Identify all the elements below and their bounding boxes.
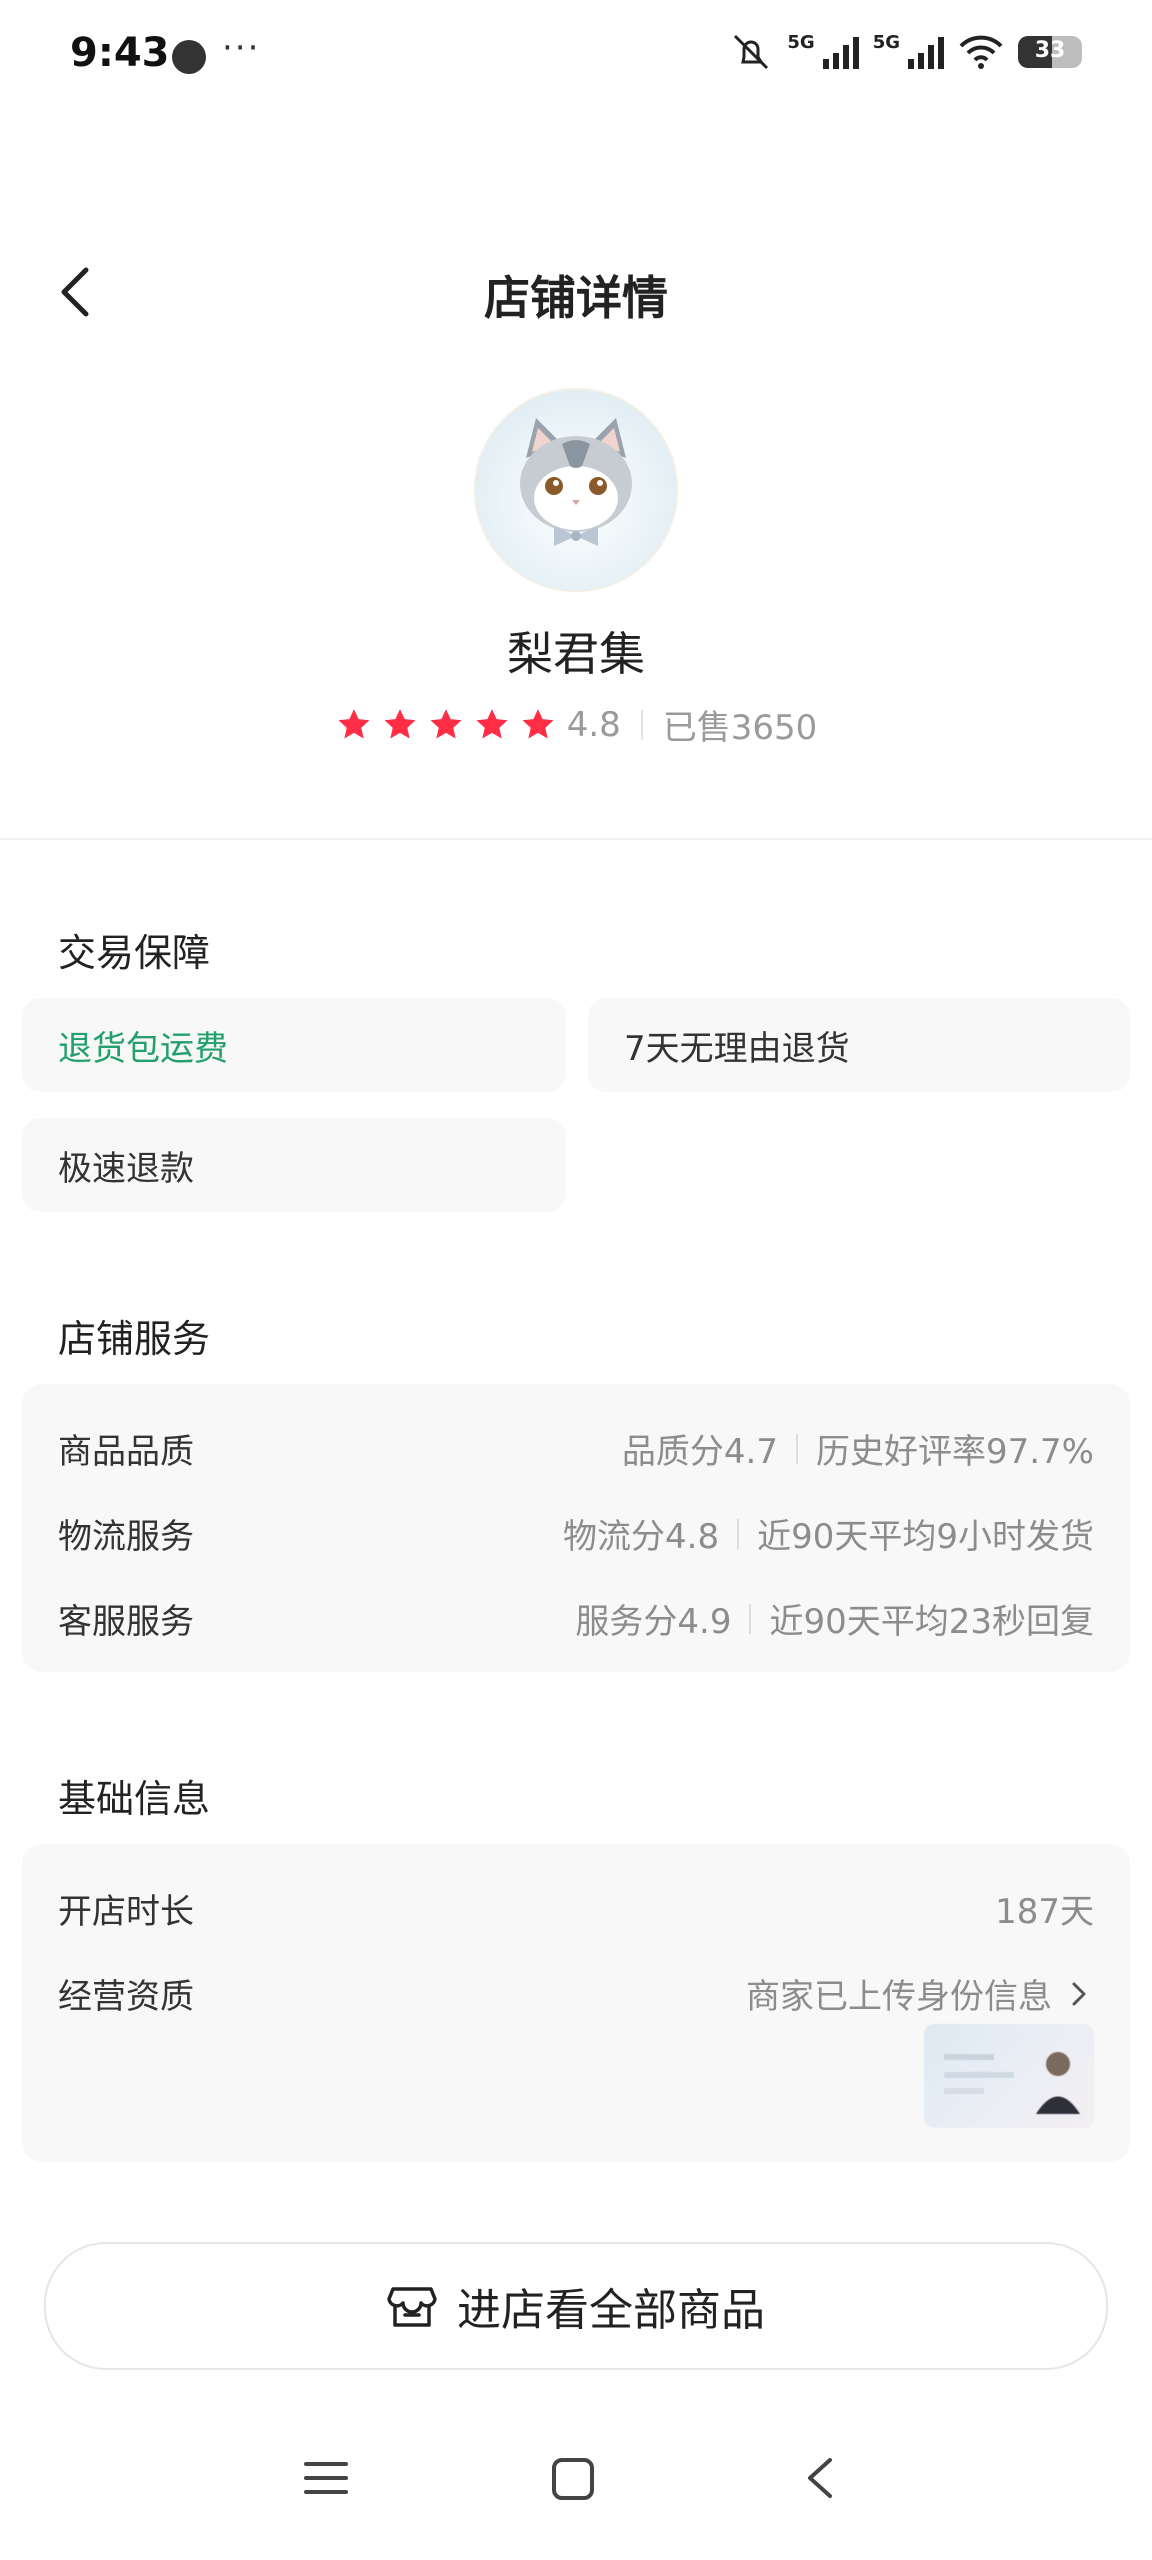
service-score: 物流分4.8: [563, 1517, 720, 1557]
signal-icon-2: [908, 35, 944, 69]
system-navigation-bar: [0, 2440, 1152, 2520]
business-license-thumbnail[interactable]: [924, 2024, 1094, 2128]
store-name: 梨君集: [507, 627, 645, 681]
page-title: 店铺详情: [484, 271, 668, 325]
info-row-qualification[interactable]: 经营资质 商家已上传身份信息: [58, 1969, 1094, 2018]
service-detail: 历史好评率97.7%: [815, 1432, 1094, 1472]
cat-avatar-icon: [520, 418, 632, 546]
rating-score: 4.8: [566, 704, 621, 745]
service-label: 商品品质: [58, 1432, 194, 1472]
sold-count: 已售3650: [662, 708, 818, 748]
status-time: 9:43: [70, 30, 170, 76]
guarantee-chip-7day-return[interactable]: 7天无理由退货: [588, 998, 1130, 1092]
qualification-value: 商家已上传身份信息: [746, 1977, 1052, 2017]
open-duration-label: 开店时长: [58, 1892, 194, 1932]
mute-icon: [734, 34, 769, 70]
service-label: 客服服务: [58, 1602, 194, 1642]
store-avatar[interactable]: [474, 388, 678, 592]
star-icon: [430, 708, 462, 738]
service-detail: 近90天平均23秒回复: [769, 1602, 1094, 1642]
service-row-customer-service: 客服服务 服务分4.9 近90天平均23秒回复: [58, 1594, 1094, 1643]
service-score: 服务分4.9: [575, 1602, 732, 1642]
id-card-icon: [944, 2052, 1080, 2114]
store-service-title: 店铺服务: [58, 1317, 211, 1361]
qualification-label: 经营资质: [58, 1977, 194, 2017]
basic-info-title: 基础信息: [58, 1777, 211, 1821]
star-icon: [522, 708, 554, 738]
star-icon: [476, 708, 508, 738]
enter-store-button[interactable]: 进店看全部商品: [44, 2242, 1108, 2370]
menu-icon[interactable]: [302, 2454, 350, 2502]
star-icon: [384, 708, 416, 738]
section-divider: [0, 838, 1152, 840]
service-score: 品质分4.7: [621, 1432, 778, 1472]
guarantee-chip-fast-refund[interactable]: 极速退款: [22, 1118, 566, 1212]
wifi-icon: [959, 35, 1003, 69]
store-icon: [387, 2287, 437, 2327]
battery-icon: 33: [1018, 36, 1082, 68]
service-row-logistics: 物流服务 物流分4.8 近90天平均9小时发货: [58, 1509, 1094, 1558]
info-row-open-duration: 开店时长 187天: [58, 1884, 1094, 1933]
status-icons: 5G 5G 33: [729, 32, 1082, 72]
battery-level: 33: [1034, 38, 1066, 63]
home-square-icon[interactable]: [550, 2456, 596, 2502]
guarantee-chip-free-return-shipping[interactable]: 退货包运费: [22, 998, 566, 1092]
network-type-label: 5G: [787, 32, 815, 53]
network-type-label-2: 5G: [872, 32, 900, 53]
enter-store-label: 进店看全部商品: [457, 2285, 765, 2336]
chevron-right-icon: [1072, 1982, 1086, 2005]
service-row-quality: 商品品质 品质分4.7 历史好评率97.7%: [58, 1424, 1094, 1473]
star-rating: [335, 706, 557, 744]
open-duration-value: 187天: [995, 1892, 1094, 1932]
service-detail: 近90天平均9小时发货: [757, 1517, 1094, 1557]
star-icon: [338, 708, 370, 738]
trade-guarantee-title: 交易保障: [58, 931, 211, 975]
rating-row: 4.8 已售3650: [0, 700, 1152, 749]
divider: [640, 709, 643, 740]
signal-icon: [822, 35, 859, 69]
back-triangle-icon[interactable]: [800, 2454, 840, 2502]
service-label: 物流服务: [58, 1517, 194, 1557]
store-service-card: 商品品质 品质分4.7 历史好评率97.7% 物流服务 物流分4.8 近90天平均9…: [22, 1384, 1130, 1672]
more-notifications-indicator: ···: [222, 28, 261, 68]
app-notification-icon: [172, 40, 206, 74]
